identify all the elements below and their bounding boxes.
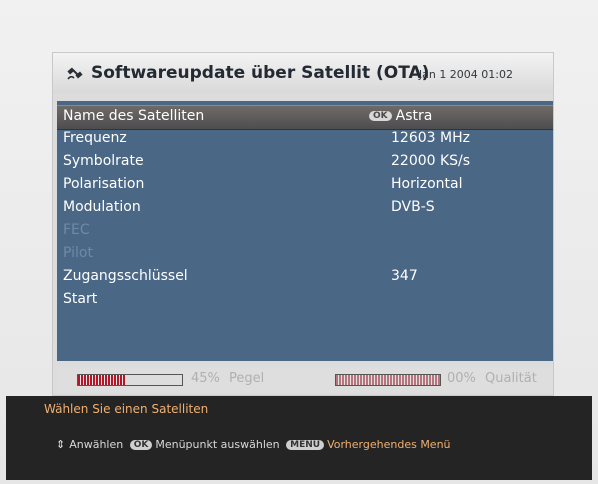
settings-row: Pilot — [57, 243, 553, 266]
ok-button-icon: OK — [129, 440, 153, 450]
settings-panel: Name des Satelliten OK Astra Frequenz 12603 … — [57, 101, 553, 361]
tv-screen: Softwareupdate über Satellit (OTA) Jan 1… — [0, 0, 598, 484]
legend-select: Anwählen — [69, 438, 124, 451]
qualitaet-percent: 00% — [447, 371, 476, 386]
settings-row[interactable]: Name des Satelliten OK Astra — [57, 105, 553, 130]
settings-row-label: Start — [63, 291, 98, 307]
key-legend: ⇕ Anwählen OK Menüpunkt auswählen MENU Vorh… — [56, 438, 451, 451]
settings-row-value-text: 347 — [391, 268, 418, 284]
date-time: Jan 1 2004 01:02 — [418, 68, 513, 81]
settings-row: FEC — [57, 220, 553, 243]
signal-meters: 45% Pegel 00% Qualität — [57, 367, 553, 393]
ok-badge-icon: OK — [369, 111, 392, 121]
help-bar: Wählen Sie einen Satelliten ⇕ Anwählen OK… — [6, 396, 592, 480]
settings-row-value-text: Astra — [395, 108, 433, 124]
status-hint: Wählen Sie einen Satelliten — [44, 402, 209, 416]
qualitaet-meter — [335, 374, 441, 386]
settings-row-value: Horizontal — [391, 176, 462, 192]
settings-row-label: Pilot — [63, 245, 93, 261]
ota-dialog: Softwareupdate über Satellit (OTA) Jan 1… — [52, 52, 554, 396]
settings-row-label: Zugangsschlüssel — [63, 268, 188, 284]
settings-row-label: FEC — [63, 222, 90, 238]
settings-row[interactable]: Modulation DVB-S — [57, 197, 553, 220]
settings-row-value-text: Horizontal — [391, 176, 463, 192]
legend-menu-select: Menüpunkt auswählen — [155, 438, 280, 451]
menu-button-icon: MENU — [286, 440, 325, 450]
legend-previous-menu: Vorhergehendes Menü — [327, 438, 451, 451]
settings-row[interactable]: Start — [57, 289, 553, 312]
settings-row-value-text: DVB-S — [391, 199, 435, 215]
settings-row-value: 22000 KS/s — [391, 153, 470, 169]
settings-row[interactable]: Frequenz 12603 MHz — [57, 128, 553, 151]
settings-row[interactable]: Symbolrate 22000 KS/s — [57, 151, 553, 174]
settings-row-value: DVB-S — [391, 199, 435, 215]
page-title: Softwareupdate über Satellit (OTA) — [91, 63, 430, 83]
pegel-meter-fill — [78, 375, 125, 385]
settings-row-value: 12603 MHz — [391, 130, 470, 146]
qualitaet-meter-track — [336, 375, 440, 385]
pegel-percent: 45% — [191, 371, 220, 386]
title-bar: Softwareupdate über Satellit (OTA) Jan 1… — [53, 53, 553, 93]
settings-row[interactable]: Polarisation Horizontal — [57, 174, 553, 197]
pegel-label: Pegel — [229, 371, 265, 386]
settings-row-label: Symbolrate — [63, 153, 144, 169]
qualitaet-label: Qualität — [485, 371, 537, 386]
settings-row-label: Name des Satelliten — [63, 108, 205, 124]
settings-row-label: Polarisation — [63, 176, 145, 192]
satellite-icon — [67, 67, 83, 80]
settings-row-value-text: 12603 MHz — [391, 130, 470, 146]
settings-row-value-text: 22000 KS/s — [391, 153, 471, 169]
settings-row-label: Frequenz — [63, 130, 127, 146]
settings-row-label: Modulation — [63, 199, 141, 215]
up-down-arrows-icon: ⇕ — [56, 438, 66, 451]
settings-row-value: OK Astra — [369, 108, 432, 124]
settings-row[interactable]: Zugangsschlüssel 347 — [57, 266, 553, 289]
pegel-meter — [77, 374, 183, 386]
settings-row-value: 347 — [391, 268, 418, 284]
